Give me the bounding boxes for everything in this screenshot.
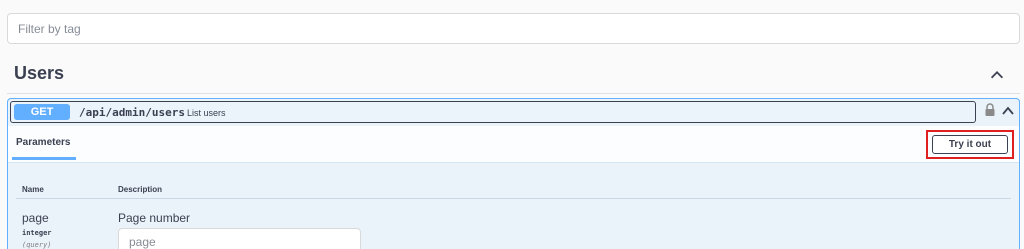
operation-summary-text: List users [187, 108, 226, 118]
method-badge: GET [14, 104, 70, 120]
column-header-description: Description [118, 185, 163, 194]
tag-title: Users [14, 63, 65, 83]
tag-section-header[interactable]: Users [7, 58, 1020, 94]
tab-parameters[interactable]: Parameters [16, 137, 70, 154]
filter-by-tag-input[interactable] [7, 13, 1020, 44]
column-header-name: Name [22, 185, 44, 194]
parameter-location: (query) [22, 241, 52, 249]
filter-container [7, 13, 1020, 44]
page-parameter-input[interactable] [118, 228, 361, 249]
operation-path: /api/admin/users [79, 106, 185, 119]
try-it-out-button[interactable]: Try it out [932, 135, 1008, 154]
parameter-type: integer [22, 229, 52, 237]
try-it-out-highlight: Try it out [926, 130, 1014, 159]
parameter-name: page [22, 211, 49, 225]
tab-active-indicator [12, 157, 76, 160]
parameter-description: Page number [118, 211, 191, 225]
operation-summary[interactable]: GET /api/admin/users List users [10, 101, 976, 123]
lock-icon[interactable] [984, 103, 996, 117]
operation-block: GET /api/admin/users List users Paramete… [7, 98, 1020, 249]
table-header-divider [16, 198, 1011, 199]
parameters-header: Parameters Try it out [8, 126, 1019, 163]
chevron-up-icon[interactable] [988, 66, 1006, 84]
chevron-up-icon[interactable] [1000, 103, 1016, 119]
